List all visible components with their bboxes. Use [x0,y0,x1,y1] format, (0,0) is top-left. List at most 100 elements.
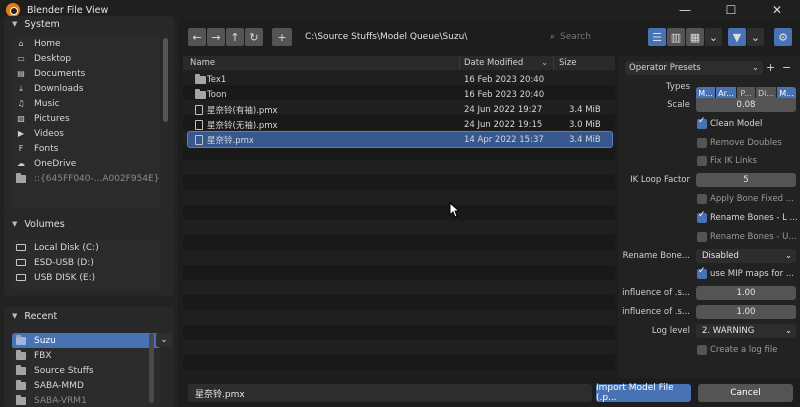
column-name[interactable]: Name [190,58,215,68]
thumbnail-view-button[interactable]: ▦ [686,28,704,46]
log-level-label: Log level [651,325,690,336]
file-date: 14 Apr 2022 15:37 [464,134,544,145]
vertical-list-view-button[interactable]: ☰ [648,28,666,46]
operator-presets-dropdown[interactable]: Operator Presets ⌄ [625,60,763,75]
chevron-down-icon: ⌄ [750,30,761,44]
add-preset-button[interactable]: + [766,61,775,74]
chevron-down-icon: ⌄ [784,325,792,336]
volume-item-0[interactable]: Local Disk (C:) [12,240,160,255]
import-button[interactable]: Import Model File (.p... [596,383,691,403]
influence-2-field[interactable]: 1.00 [696,304,796,319]
onedrive-icon: ☁ [17,159,25,168]
system-header[interactable]: ▼ System [4,16,174,32]
file-icon [195,134,203,145]
file-row[interactable]: 星奈铃.pmx 14 Apr 2022 15:37 3.4 MiB [187,131,613,148]
recent-item-4[interactable]: SABA-VRM1 [12,393,160,407]
sidebar-item-label: Desktop [34,53,72,64]
mip-maps-checkbox[interactable] [697,266,707,279]
sidebar-item-1[interactable]: ▭ Desktop [12,51,160,66]
recent-scrollbar[interactable] [149,333,154,403]
filename-input[interactable]: 星奈铃.pmx [188,384,592,402]
parent-directory-button[interactable]: ↑ [226,28,244,46]
filter-toggle-button[interactable]: ▼ [728,28,746,46]
toolbar: ← → ↑ ↻ + C:\Source Stuffs\Model Queue\S… [178,20,800,56]
downloads-icon: ⤓ [19,83,23,93]
rename-bones-l-label: Rename Bones - L ... [710,212,798,223]
collapse-triangle-icon: ▼ [12,20,18,28]
create-log-file-checkbox[interactable] [697,344,707,355]
recent-item-0[interactable]: Suzu [12,333,160,348]
file-size: 3.4 MiB [569,134,601,145]
volume-item-1[interactable]: ESD-USB (D:) [12,255,160,270]
sidebar-item-label: Videos [34,128,64,139]
remove-doubles-checkbox[interactable] [697,137,707,148]
recent-item-3[interactable]: SABA-MMD [12,378,160,393]
file-row[interactable]: 星奈铃(无袖).pmx 24 Jun 2022 19:15 3.0 MiB [188,117,612,132]
sidebar-item-8[interactable]: ☁ OneDrive [12,156,160,171]
rename-bones-l-checkbox[interactable] [697,210,707,223]
chevron-down-icon: ⌄ [784,250,792,261]
ik-loop-factor-field[interactable]: 5 [696,172,796,187]
system-scrollbar[interactable] [163,38,168,122]
rename-bones-u-checkbox[interactable] [697,231,707,242]
sidebar-item-3[interactable]: ⤓ Downloads [12,81,160,96]
gear-icon: ⚙ [778,30,788,44]
volumes-header[interactable]: ▼ Volumes [4,216,174,232]
sidebar-item-4[interactable]: ♫ Music [12,96,160,111]
folder-icon [16,364,26,376]
filter-settings-dropdown[interactable]: ⌄ [747,28,764,46]
recent-menu-button[interactable]: ⌄ [156,333,172,347]
column-date-modified[interactable]: Date Modified [464,58,523,68]
file-row[interactable]: 星奈铃(有袖).pmx 24 Jun 2022 19:27 3.4 MiB [188,102,612,117]
forward-button[interactable]: → [207,28,225,46]
folder-icon [16,349,26,361]
folder-icon [16,379,26,391]
file-date: 16 Feb 2023 20:40 [464,74,545,85]
recent-list: Suzu FBX Source Stuffs SABA-MMD SABA-VRM1 [12,333,160,407]
minimize-button[interactable]: — [662,0,708,20]
close-button[interactable]: ✕ [754,0,800,20]
fix-ik-links-checkbox[interactable] [697,155,707,166]
influence-1-field[interactable]: 1.00 [696,285,796,300]
recent-item-label: Source Stuffs [34,365,94,376]
videos-icon: ▶ [17,129,25,138]
horizontal-list-view-button[interactable]: ▥ [667,28,685,46]
remove-preset-button[interactable]: − [782,61,791,74]
sidebar-item-6[interactable]: ▶ Videos [12,126,160,141]
column-size[interactable]: Size [559,58,576,68]
pictures-icon: ▨ [17,114,25,123]
desktop-icon: ▭ [17,54,25,63]
recent-header[interactable]: ▼ Recent [4,308,174,324]
sidebar-item-7[interactable]: F Fonts [12,141,160,156]
settings-button[interactable]: ⚙ [774,28,792,46]
sidebar-item-9[interactable]: ::{645FF040-...A002F954E} [12,171,160,186]
sidebar-item-5[interactable]: ▨ Pictures [12,111,160,126]
log-level-dropdown[interactable]: 2. WARNING ⌄ [696,323,796,338]
path-field[interactable]: C:\Source Stuffs\Model Queue\Suzu\ [300,28,538,46]
new-folder-button[interactable]: + [272,28,292,46]
back-button[interactable]: ← [188,28,206,46]
recent-item-1[interactable]: FBX [12,348,160,363]
mouse-cursor-icon [449,202,459,218]
search-field[interactable]: ⌕ Search [546,28,640,46]
file-name: Toon [207,89,227,100]
file-list: Name Date Modified ⌄ Size Tex1 16 Feb 202… [183,56,615,378]
volume-item-2[interactable]: USB DISK (E:) [12,270,160,285]
sidebar-item-2[interactable]: ▤ Documents [12,66,160,81]
refresh-button[interactable]: ↻ [245,28,263,46]
rename-bone-dropdown[interactable]: Disabled ⌄ [696,248,796,263]
scale-field[interactable]: 0.08 [696,97,796,112]
maximize-button[interactable]: ☐ [708,0,754,20]
recent-item-2[interactable]: Source Stuffs [12,363,160,378]
display-settings-dropdown[interactable]: ⌄ [705,28,722,46]
cancel-button[interactable]: Cancel [698,384,793,402]
clean-model-checkbox[interactable] [697,116,707,129]
file-row[interactable]: Toon 16 Feb 2023 20:40 [188,87,612,102]
apply-bone-fixed-checkbox[interactable] [697,193,707,204]
file-name: 星奈铃(有袖).pmx [207,105,278,116]
search-icon: ⌕ [550,32,556,42]
volume-item-label: Local Disk (C:) [34,242,99,253]
sidebar-item-0[interactable]: ⌂ Home [12,36,160,51]
file-row[interactable]: Tex1 16 Feb 2023 20:40 [188,72,612,87]
influence-2-label: influence of .s... [622,306,690,317]
